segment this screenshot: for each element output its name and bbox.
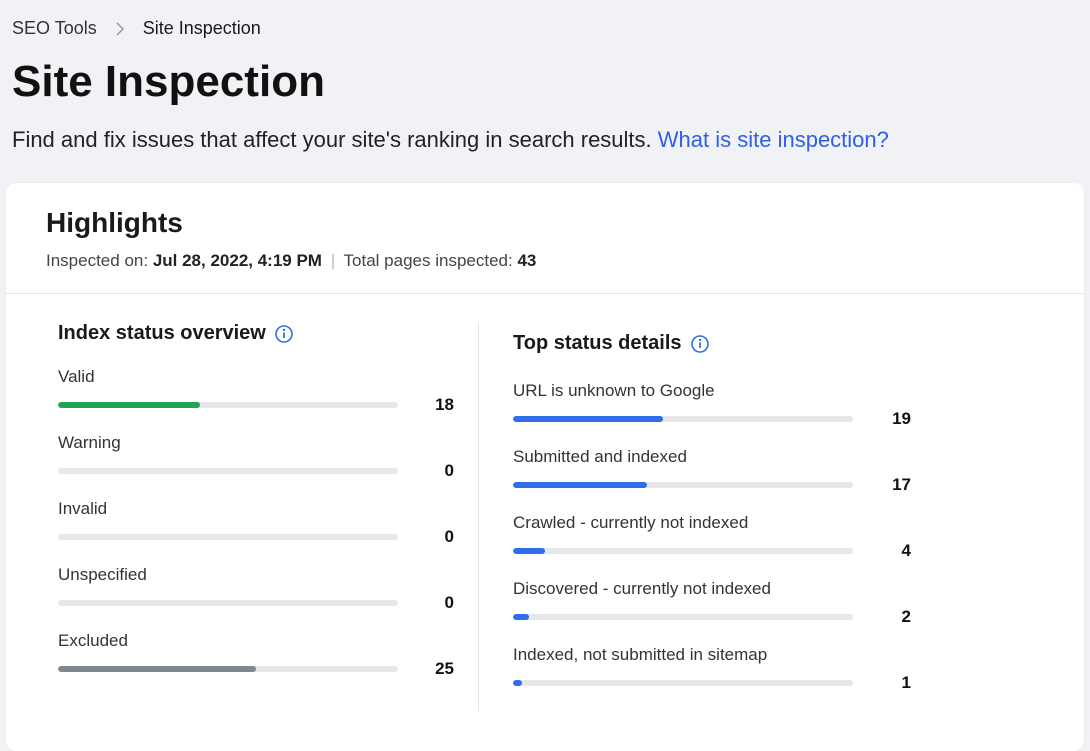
bar-track xyxy=(58,468,398,474)
highlights-card: Highlights Inspected on: Jul 28, 2022, 4… xyxy=(6,183,1084,751)
bar-line: 4 xyxy=(513,541,1044,561)
top-status-title: Top status details xyxy=(513,332,1044,355)
total-value: 43 xyxy=(517,251,536,270)
bar-line: 2 xyxy=(513,607,1044,627)
page-description-text: Find and fix issues that affect your sit… xyxy=(12,127,652,152)
bar-value: 18 xyxy=(426,395,454,415)
bar-fill xyxy=(58,402,200,408)
bar-fill xyxy=(513,680,522,686)
bar-label: Unspecified xyxy=(58,565,454,585)
bar-label: Excluded xyxy=(58,631,454,651)
meta-separator: | xyxy=(331,251,335,270)
bar-track xyxy=(513,614,853,620)
bar-line: 0 xyxy=(58,461,454,481)
index-status-title-text: Index status overview xyxy=(58,322,266,345)
bar-line: 17 xyxy=(513,475,1044,495)
bar-label: Discovered - currently not indexed xyxy=(513,579,1044,599)
bar-label: Invalid xyxy=(58,499,454,519)
bar-row: Warning 0 xyxy=(58,433,454,481)
info-icon[interactable] xyxy=(274,324,294,344)
bar-fill xyxy=(513,482,647,488)
page-description: Find and fix issues that affect your sit… xyxy=(0,121,1090,183)
help-link[interactable]: What is site inspection? xyxy=(658,127,889,152)
bar-value: 25 xyxy=(426,659,454,679)
bar-track xyxy=(58,534,398,540)
bar-row: Valid 18 xyxy=(58,367,454,415)
bar-row: Excluded 25 xyxy=(58,631,454,679)
info-icon[interactable] xyxy=(690,334,710,354)
bar-value: 0 xyxy=(426,527,454,547)
breadcrumb-parent[interactable]: SEO Tools xyxy=(12,18,97,39)
bar-row: Discovered - currently not indexed 2 xyxy=(513,579,1044,627)
breadcrumb: SEO Tools Site Inspection xyxy=(0,0,1090,47)
bar-row: Invalid 0 xyxy=(58,499,454,547)
bar-line: 25 xyxy=(58,659,454,679)
bar-track xyxy=(58,666,398,672)
total-label: Total pages inspected: xyxy=(344,251,513,270)
bar-fill xyxy=(513,416,663,422)
highlights-columns: Index status overview Valid18Warning0Inv… xyxy=(6,294,1084,751)
bar-track xyxy=(513,416,853,422)
top-status-details: Top status details URL is unknown to Goo… xyxy=(489,322,1044,711)
bar-value: 2 xyxy=(881,607,911,627)
chevron-right-icon xyxy=(115,22,125,36)
bar-label: Crawled - currently not indexed xyxy=(513,513,1044,533)
bar-value: 0 xyxy=(426,461,454,481)
index-status-bars: Valid 18 Warning 0 Invalid 0 Unspecified 0 Exclu… xyxy=(58,367,454,679)
column-divider xyxy=(478,322,479,711)
highlights-meta: Inspected on: Jul 28, 2022, 4:19 PM | To… xyxy=(46,251,1044,271)
bar-row: Indexed, not submitted in sitemap 1 xyxy=(513,645,1044,693)
inspected-label: Inspected on: xyxy=(46,251,148,270)
bar-value: 19 xyxy=(881,409,911,429)
index-status-title: Index status overview xyxy=(58,322,454,345)
bar-label: Valid xyxy=(58,367,454,387)
breadcrumb-current: Site Inspection xyxy=(143,18,261,39)
bar-label: URL is unknown to Google xyxy=(513,381,1044,401)
bar-line: 0 xyxy=(58,593,454,613)
bar-value: 17 xyxy=(881,475,911,495)
bar-track xyxy=(513,680,853,686)
bar-track xyxy=(58,402,398,408)
bar-value: 4 xyxy=(881,541,911,561)
bar-label: Indexed, not submitted in sitemap xyxy=(513,645,1044,665)
bar-row: URL is unknown to Google 19 xyxy=(513,381,1044,429)
highlights-header: Highlights Inspected on: Jul 28, 2022, 4… xyxy=(6,183,1084,294)
bar-track xyxy=(513,482,853,488)
bar-label: Warning xyxy=(58,433,454,453)
bar-fill xyxy=(513,614,529,620)
top-status-bars: URL is unknown to Google 19 Submitted and … xyxy=(513,381,1044,693)
bar-row: Unspecified 0 xyxy=(58,565,454,613)
bar-row: Submitted and indexed 17 xyxy=(513,447,1044,495)
bar-label: Submitted and indexed xyxy=(513,447,1044,467)
bar-line: 1 xyxy=(513,673,1044,693)
bar-value: 0 xyxy=(426,593,454,613)
inspected-value: Jul 28, 2022, 4:19 PM xyxy=(153,251,322,270)
bar-fill xyxy=(513,548,545,554)
index-status-overview: Index status overview Valid18Warning0Inv… xyxy=(58,322,478,711)
top-status-title-text: Top status details xyxy=(513,332,682,355)
bar-track xyxy=(513,548,853,554)
bar-fill xyxy=(58,666,256,672)
bar-track xyxy=(58,600,398,606)
bar-line: 0 xyxy=(58,527,454,547)
bar-value: 1 xyxy=(881,673,911,693)
bar-line: 18 xyxy=(58,395,454,415)
bar-line: 19 xyxy=(513,409,1044,429)
page-title: Site Inspection xyxy=(0,47,1090,121)
bar-row: Crawled - currently not indexed 4 xyxy=(513,513,1044,561)
highlights-title: Highlights xyxy=(46,207,1044,239)
